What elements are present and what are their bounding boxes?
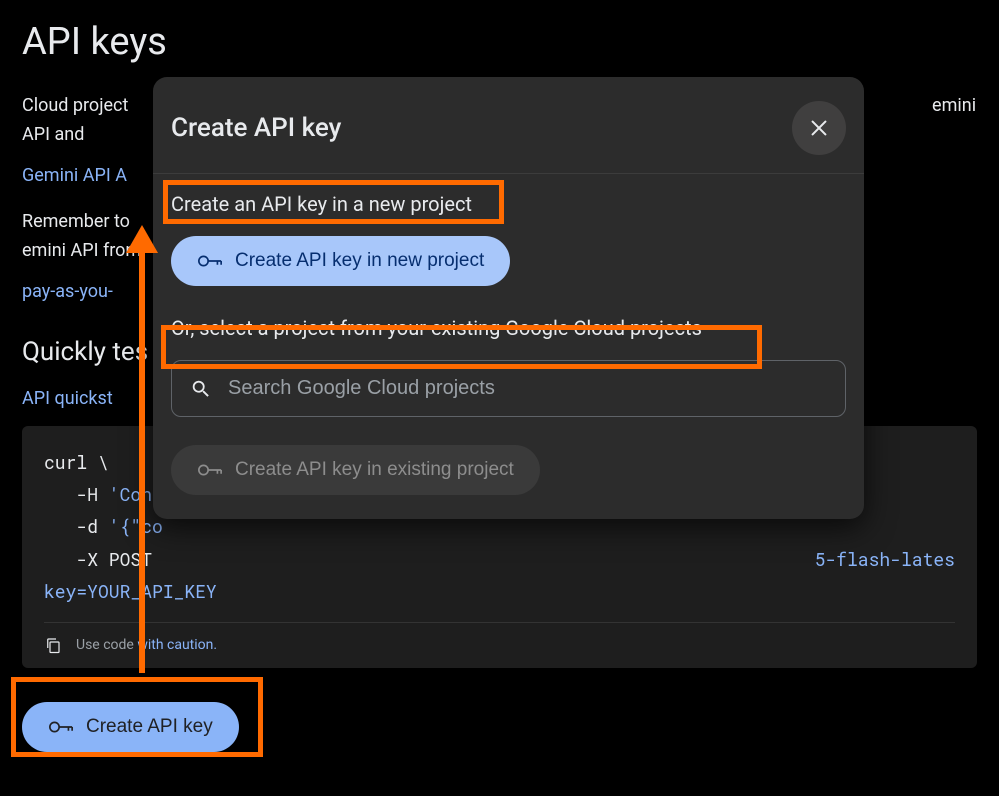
create-key-existing-project-button: Create API key in existing project	[171, 445, 540, 495]
pay-as-you-go-link[interactable]: pay-as-you-	[22, 281, 113, 302]
key-icon	[48, 717, 74, 737]
modal-section-new: Create an API key in a new project	[171, 192, 472, 216]
key-icon	[197, 251, 223, 271]
close-icon	[808, 117, 830, 139]
code-line: -X POST 5-flash-lates	[44, 543, 955, 575]
search-projects-input[interactable]	[228, 377, 827, 400]
copy-icon[interactable]	[44, 636, 62, 654]
modal-body: Create an API key in a new project Creat…	[153, 174, 864, 519]
create-api-key-modal: Create API key Create an API key in a ne…	[153, 77, 864, 519]
caution-link[interactable]: with caution.	[137, 637, 217, 653]
api-quickstart-link[interactable]: API quickst	[22, 388, 113, 409]
create-key-new-project-button[interactable]: Create API key in new project	[171, 236, 510, 286]
modal-title: Create API key	[171, 113, 341, 143]
gemini-api-link[interactable]: Gemini API A	[22, 165, 127, 186]
search-icon	[190, 378, 212, 400]
page-title: API keys	[22, 20, 977, 64]
modal-section-existing: Or, select a project from your existing …	[171, 316, 702, 340]
key-icon	[197, 460, 223, 480]
caution-text: Use code with caution.	[76, 633, 217, 658]
code-footer: Use code with caution.	[44, 622, 955, 668]
search-projects-field[interactable]	[171, 360, 846, 417]
close-button[interactable]	[792, 101, 846, 155]
modal-header: Create API key	[153, 77, 864, 174]
create-api-key-button[interactable]: Create API key	[22, 702, 239, 752]
code-line: key=YOUR_API_KEY	[44, 575, 955, 607]
